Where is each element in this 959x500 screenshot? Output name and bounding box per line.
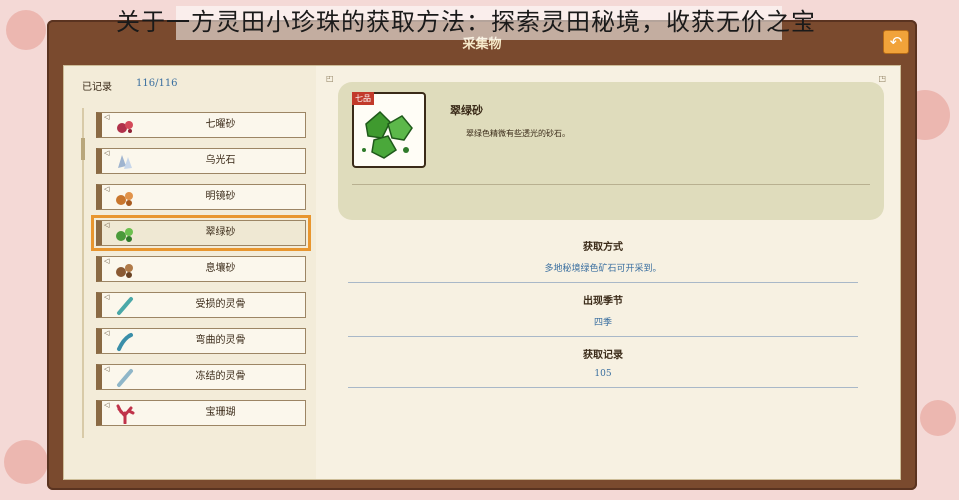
article-title: 关于一方灵田小珍珠的获取方法：探索灵田秘境，收获无价之宝 (116, 8, 816, 36)
record-mark: ◁ (104, 221, 110, 229)
background-pattern (920, 400, 956, 436)
orange-sand-icon (116, 192, 133, 206)
record-mark: ◁ (104, 329, 110, 337)
divider (348, 336, 858, 337)
record-mark: ◁ (104, 365, 110, 373)
info-heading: 获取方式 (583, 242, 623, 253)
back-button[interactable]: ↶ (883, 30, 909, 54)
list-item[interactable]: ◁ 受损的灵骨 (96, 292, 306, 318)
list-item[interactable]: ◁ 宝珊瑚 (96, 400, 306, 426)
divider (348, 387, 858, 388)
item-label: 息壤砂 (205, 263, 236, 274)
green-sand-icon (116, 228, 133, 242)
red-sand-icon (117, 121, 133, 133)
recorded-count: 116/116 (136, 78, 178, 89)
list-item[interactable]: ◁ 息壤砂 (96, 256, 306, 282)
info-heading: 出现季节 (583, 296, 623, 307)
scrollbar-thumb[interactable] (81, 138, 85, 160)
item-description: 翠绿色精微有些透光的砂石。 (466, 129, 570, 138)
brown-sand-icon (116, 264, 133, 278)
divider (348, 282, 858, 283)
bone-icon (117, 369, 133, 387)
info-section-season: 出现季节 四季 (348, 292, 858, 337)
list-item-selected[interactable]: ◁ 翠绿砂 (91, 215, 311, 251)
item-label: 乌光石 (205, 155, 236, 166)
item-label: 受损的灵骨 (195, 299, 246, 310)
info-value: 105 (594, 369, 612, 379)
record-mark: ◁ (104, 257, 110, 265)
item-label: 翠绿砂 (205, 227, 236, 238)
bone-icon (117, 333, 133, 351)
item-label: 弯曲的灵骨 (195, 335, 246, 346)
item-name: 翠绿砂 (450, 104, 483, 117)
divider (352, 184, 870, 185)
record-mark: ◁ (104, 185, 110, 193)
info-section-record: 获取记录 105 (348, 346, 858, 388)
item-label: 宝珊瑚 (205, 407, 236, 418)
record-mark: ◁ (104, 149, 110, 157)
coral-icon (116, 404, 135, 424)
item-detail-card: 七品 翠绿砂 翠绿色精微有些透光的砂石。 (338, 82, 884, 220)
detail-panel: ◰ ◳ 七品 翠绿砂 翠绿色精微有些透光的砂石。 获取方式 多地秘境绿色矿石可开… (326, 74, 886, 474)
list-item[interactable]: ◁ 明镜砂 (96, 184, 306, 210)
background-pattern (6, 10, 46, 50)
list-item[interactable]: ◁ 弯曲的灵骨 (96, 328, 306, 354)
rarity-badge: 七品 (352, 92, 374, 105)
bone-icon (117, 297, 133, 315)
record-mark: ◁ (104, 293, 110, 301)
corner-ornament: ◰ (326, 74, 334, 83)
item-list-panel: 已记录 116/116 ◁ 七曜砂 ◁ 乌光石 ◁ 明镜砂 ◁ 翠绿砂 ◁ 息壤… (64, 66, 316, 479)
list-item[interactable]: ◁ 冻结的灵骨 (96, 364, 306, 390)
crystal-stone-icon (118, 155, 132, 169)
record-mark: ◁ (104, 113, 110, 121)
info-value: 四季 (593, 318, 612, 328)
list-item[interactable]: ◁ 乌光石 (96, 148, 306, 174)
background-pattern (4, 440, 48, 484)
collection-window: 采集物 ↶ 已记录 116/116 ◁ 七曜砂 ◁ 乌光石 ◁ 明镜砂 ◁ 翠绿… (47, 20, 917, 490)
back-arrow-icon: ↶ (889, 33, 903, 51)
item-label: 冻结的灵骨 (195, 371, 246, 382)
item-label: 明镜砂 (205, 191, 236, 202)
info-heading: 获取记录 (583, 350, 623, 361)
info-value: 多地秘境绿色矿石可开采到。 (544, 264, 662, 274)
recorded-label: 已记录 (82, 82, 112, 93)
list-item[interactable]: ◁ 七曜砂 (96, 112, 306, 138)
info-section-source: 获取方式 多地秘境绿色矿石可开采到。 (348, 238, 858, 283)
record-mark: ◁ (104, 401, 110, 409)
item-image-frame: 七品 (352, 92, 426, 168)
item-label: 七曜砂 (205, 119, 236, 130)
content-panel: 已记录 116/116 ◁ 七曜砂 ◁ 乌光石 ◁ 明镜砂 ◁ 翠绿砂 ◁ 息壤… (63, 65, 901, 480)
corner-ornament: ◳ (878, 74, 886, 83)
